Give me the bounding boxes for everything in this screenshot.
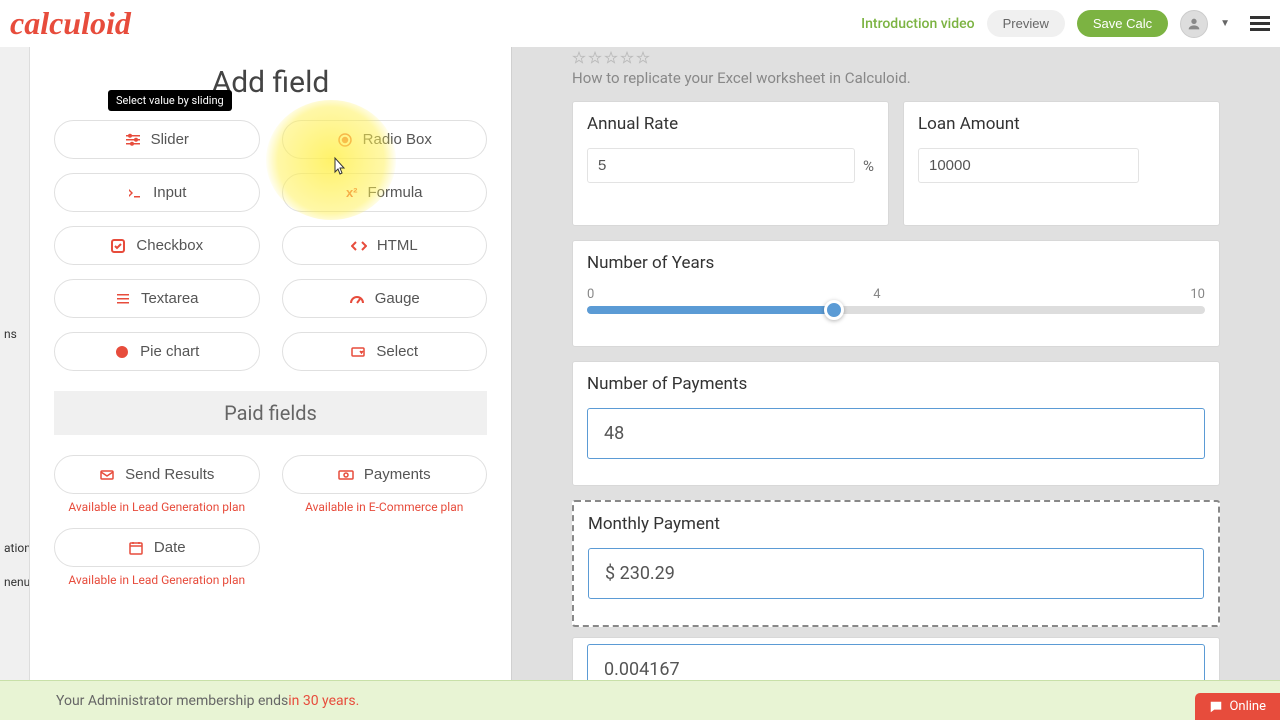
sidebar-item[interactable]: ns [0,317,29,351]
menu-icon[interactable] [1250,16,1270,31]
chat-widget[interactable]: Online [1195,693,1280,720]
field-date-button[interactable]: Date [54,528,260,567]
label: Date [154,539,186,556]
loan-amount-input[interactable] [918,148,1139,183]
piechart-icon [114,344,130,360]
years-slider[interactable] [587,306,1205,314]
formula-icon: x² [346,185,358,200]
payments-label: Number of Payments [587,374,1205,394]
label: Radio Box [363,131,432,148]
field-piechart-button[interactable]: Pie chart [54,332,260,371]
field-radio-button[interactable]: Radio Box [282,120,488,159]
monthly-label: Monthly Payment [588,514,1204,534]
field-html-button[interactable]: HTML [282,226,488,265]
chat-icon [1209,700,1223,714]
slider-min: 0 [587,287,594,302]
slider-max: 10 [1190,287,1205,302]
field-slider-button[interactable]: Slider [54,120,260,159]
list-icon [115,291,131,307]
label: Select [376,343,418,360]
add-field-panel: Add field Slider Radio Box Input x² Form… [30,47,512,680]
date-note: Available in Lead Generation plan [54,573,260,587]
label: Textarea [141,290,199,307]
field-formula-button[interactable]: x² Formula [282,173,488,212]
footer-highlight: in 30 years. [288,693,359,709]
field-payments-button[interactable]: Payments [282,455,488,494]
select-icon [350,344,366,360]
extra-card: 0.004167 [572,637,1220,680]
paid-fields-header: Paid fields [54,391,487,435]
field-send-results-button[interactable]: Send Results [54,455,260,494]
gauge-icon [349,291,365,307]
radio-icon [337,132,353,148]
user-avatar[interactable] [1180,10,1208,38]
label: Slider [151,131,189,148]
preview-button[interactable]: Preview [987,10,1065,37]
sidebar-item[interactable]: ation [0,531,29,565]
field-input-button[interactable]: Input [54,173,260,212]
monthly-value: $ 230.29 [588,548,1204,599]
years-label: Number of Years [587,253,1205,273]
star-rating[interactable] [572,51,1220,65]
footer-text: Your Administrator membership ends [56,693,288,709]
save-calc-button[interactable]: Save Calc [1077,10,1168,37]
label: Gauge [375,290,420,307]
topbar: calculoid Introduction video Preview Sav… [0,0,1280,47]
sliders-icon [125,132,141,148]
annual-rate-input[interactable] [587,148,855,183]
label: Send Results [125,466,214,483]
label: Pie chart [140,343,199,360]
field-gauge-button[interactable]: Gauge [282,279,488,318]
annual-rate-label: Annual Rate [587,114,874,134]
field-textarea-button[interactable]: Textarea [54,279,260,318]
footer-bar: Your Administrator membership ends in 30… [0,680,1280,720]
envelope-icon [99,467,115,483]
payments-card: Number of Payments 48 [572,361,1220,486]
cursor-icon [328,156,348,180]
annual-rate-card: Annual Rate % [572,101,889,226]
intro-video-link[interactable]: Introduction video [861,16,974,32]
sidebar-item[interactable]: nenu [0,565,29,599]
loan-amount-label: Loan Amount [918,114,1205,134]
calendar-icon [128,540,144,556]
extra-value: 0.004167 [587,644,1205,680]
brand-logo[interactable]: calculoid [10,5,131,42]
slider-tooltip: Select value by sliding [108,90,232,111]
preview-subtitle: How to replicate your Excel worksheet in… [572,69,1220,87]
label: Input [153,184,186,201]
user-icon [1186,16,1202,32]
years-card: Number of Years 0 4 10 [572,240,1220,347]
field-checkbox-button[interactable]: Checkbox [54,226,260,265]
chat-status: Online [1229,699,1266,714]
field-select-button[interactable]: Select [282,332,488,371]
terminal-icon [127,185,143,201]
slider-thumb[interactable] [824,300,844,320]
caret-down-icon: ▼ [1220,18,1230,29]
monthly-payment-card[interactable]: Monthly Payment $ 230.29 [572,500,1220,627]
checkbox-icon [110,238,126,254]
send-results-note: Available in Lead Generation plan [54,500,260,514]
calculator-preview: How to replicate your Excel worksheet in… [512,47,1280,680]
money-icon [338,467,354,483]
label: Checkbox [136,237,203,254]
payments-value: 48 [587,408,1205,459]
payments-note: Available in E-Commerce plan [282,500,488,514]
percent-unit: % [863,157,874,175]
label: Payments [364,466,431,483]
label: Formula [368,184,423,201]
slider-mid: 4 [873,287,880,302]
loan-amount-card: Loan Amount [903,101,1220,226]
code-icon [351,238,367,254]
label: HTML [377,237,418,254]
left-sidebar: ns ation nenu [0,47,30,680]
